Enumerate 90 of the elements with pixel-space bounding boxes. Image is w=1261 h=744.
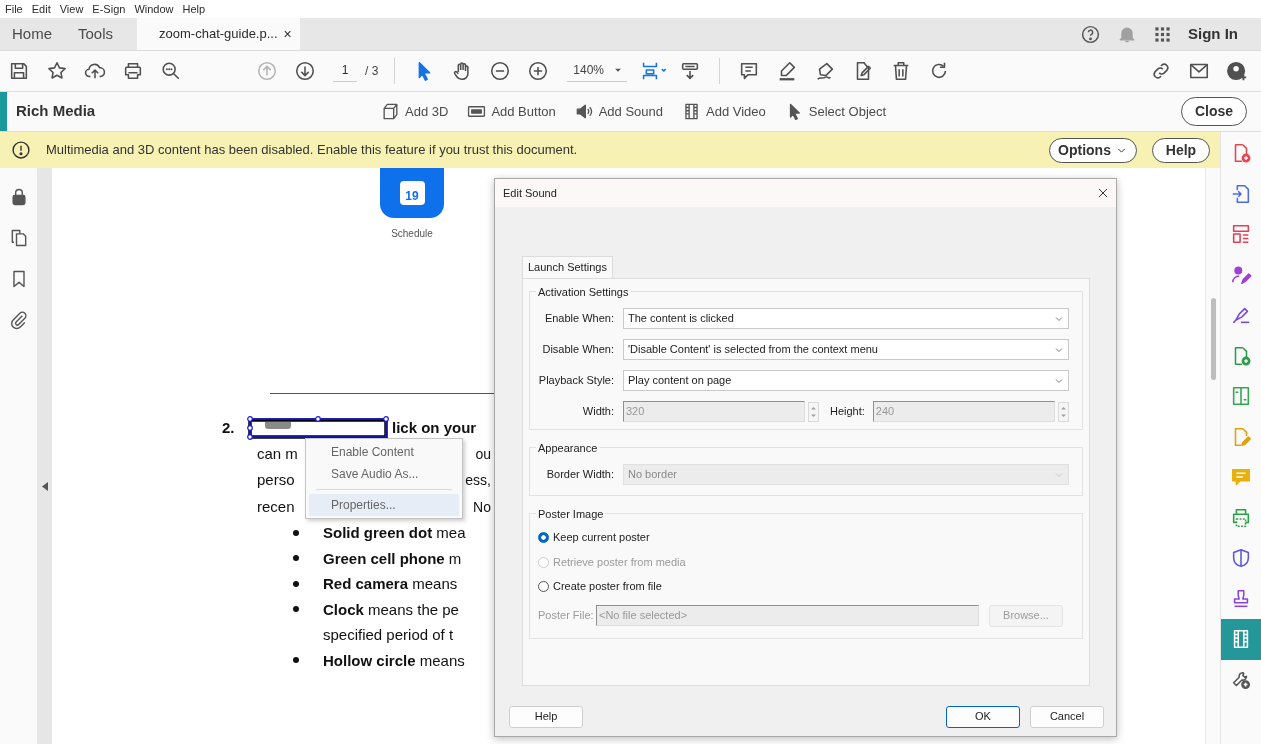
field-label: Width:	[581, 404, 614, 420]
document-text: Green cell phone m	[323, 548, 462, 569]
toolbar-title: Rich Media	[16, 101, 97, 122]
document-text: perso	[257, 470, 295, 490]
field-label: Disable When:	[541, 342, 614, 358]
star-icon[interactable]	[46, 60, 68, 82]
menu-item[interactable]: Window	[134, 0, 174, 18]
toolbar-action[interactable]: Add Button	[467, 101, 556, 122]
dropdown[interactable]: 'Disable Content' is selected from the context menu	[623, 339, 1069, 360]
document-text: Clock means the pe	[323, 599, 459, 620]
zoom-in-icon[interactable]	[527, 60, 550, 82]
zoom-out-icon[interactable]	[489, 60, 512, 82]
tab[interactable]: Tools	[65, 18, 138, 50]
apps-grid-icon[interactable]	[1153, 24, 1172, 44]
tool-button[interactable]	[1221, 619, 1261, 660]
close-button[interactable]: Close	[1181, 97, 1247, 126]
field-label: Enable When:	[543, 311, 614, 327]
cube-icon	[381, 102, 400, 121]
sign-in-link[interactable]: Sign In	[1188, 22, 1238, 46]
document-text: ou	[475, 444, 491, 464]
printer-icon[interactable]	[122, 60, 144, 82]
window-title: Edit Sound	[503, 185, 557, 201]
dropdown[interactable]: The content is clicked	[623, 308, 1069, 329]
menu-item[interactable]: Enable Content	[309, 441, 459, 463]
menu-item[interactable]: Help	[182, 0, 206, 18]
document-text: Solid green dot mea	[323, 523, 466, 543]
warning-icon	[11, 140, 31, 160]
radio-label: Retrieve poster from media	[553, 554, 686, 570]
menu-item[interactable]: View	[59, 0, 84, 18]
menu-item[interactable]: E-Sign	[92, 0, 126, 18]
menu-item[interactable]: Save Audio As...	[309, 463, 459, 485]
help-icon[interactable]	[1080, 23, 1101, 45]
document-text: Red camera means	[323, 574, 458, 594]
dialog-button[interactable]: Help	[509, 705, 583, 728]
field-label: Poster File:	[538, 608, 595, 624]
bullet-icon	[293, 529, 299, 536]
accent-strip	[0, 92, 7, 131]
page-number-field[interactable]: 1	[333, 60, 357, 82]
collapse-arrow-icon[interactable]	[41, 482, 48, 491]
document-text: Hollow circle means	[323, 650, 465, 671]
toolbar-action[interactable]: Add 3D	[381, 101, 449, 122]
arrow-down-circle-icon[interactable]	[294, 60, 316, 82]
page-count: / 3	[365, 63, 379, 80]
bullet-icon	[293, 606, 299, 613]
file-path-field: <No file selected>	[596, 605, 979, 626]
menu-item[interactable]: File	[5, 0, 23, 18]
tab[interactable]: Home	[0, 18, 65, 50]
bullet-icon	[293, 657, 299, 664]
radio-button[interactable]	[538, 532, 549, 543]
tab-close-button[interactable]: ×	[283, 23, 292, 45]
zoom-dropdown[interactable]: 140%	[567, 60, 628, 82]
field-label: Height:	[830, 404, 865, 420]
bullet-icon	[293, 555, 299, 562]
paperclip-icon[interactable]	[8, 310, 29, 330]
document-text: lick on your	[392, 418, 477, 438]
close-icon[interactable]	[1096, 186, 1110, 200]
options-button[interactable]: Options	[1049, 137, 1137, 163]
toolbar-action[interactable]: Select Object	[784, 101, 887, 122]
tab[interactable]: zoom-chat-guide.p... ×	[137, 18, 300, 50]
field-label: Border Width:	[545, 467, 614, 483]
radio-label: Keep current poster	[553, 530, 650, 546]
add-user-icon[interactable]	[1226, 60, 1248, 82]
calendar-date: 19	[405, 188, 419, 205]
document-text: can m	[257, 443, 298, 464]
menu-item[interactable]: Edit	[31, 0, 51, 18]
dropdown[interactable]: Play content on page	[623, 370, 1069, 391]
dialog-button[interactable]: OK	[946, 705, 1020, 728]
document-text: No	[473, 497, 491, 517]
dialog-button[interactable]: Cancel	[1030, 705, 1104, 728]
document-text: ess,	[465, 471, 491, 490]
speaker-icon	[574, 102, 594, 121]
document-text: specified period of t	[323, 625, 454, 645]
tab[interactable]: Launch Settings	[522, 256, 613, 278]
app-label: Schedule	[390, 227, 434, 241]
search-icon[interactable]	[160, 60, 182, 82]
scrollbar-thumb[interactable]	[1210, 298, 1216, 380]
toolbar-action[interactable]: Add Sound	[574, 101, 664, 122]
banner-message: Multimedia and 3D content has been disabled. Enable this feature if you trust this document.	[46, 141, 578, 160]
sound-object-drawing[interactable]	[247, 415, 389, 440]
radio-button[interactable]	[538, 581, 549, 592]
step-number: 2.	[222, 418, 236, 438]
radio-label: Create poster from file	[553, 579, 662, 595]
field-label: Playback Style:	[538, 373, 614, 389]
toolbar-action[interactable]: Add Video	[682, 101, 766, 122]
link-icon[interactable]	[1150, 60, 1172, 82]
help-button[interactable]: Help	[1152, 137, 1210, 163]
save-icon[interactable]	[8, 60, 30, 82]
document-text: recen	[257, 496, 295, 517]
menu-item[interactable]: Properties...	[309, 494, 459, 516]
bullet-icon	[293, 580, 299, 587]
